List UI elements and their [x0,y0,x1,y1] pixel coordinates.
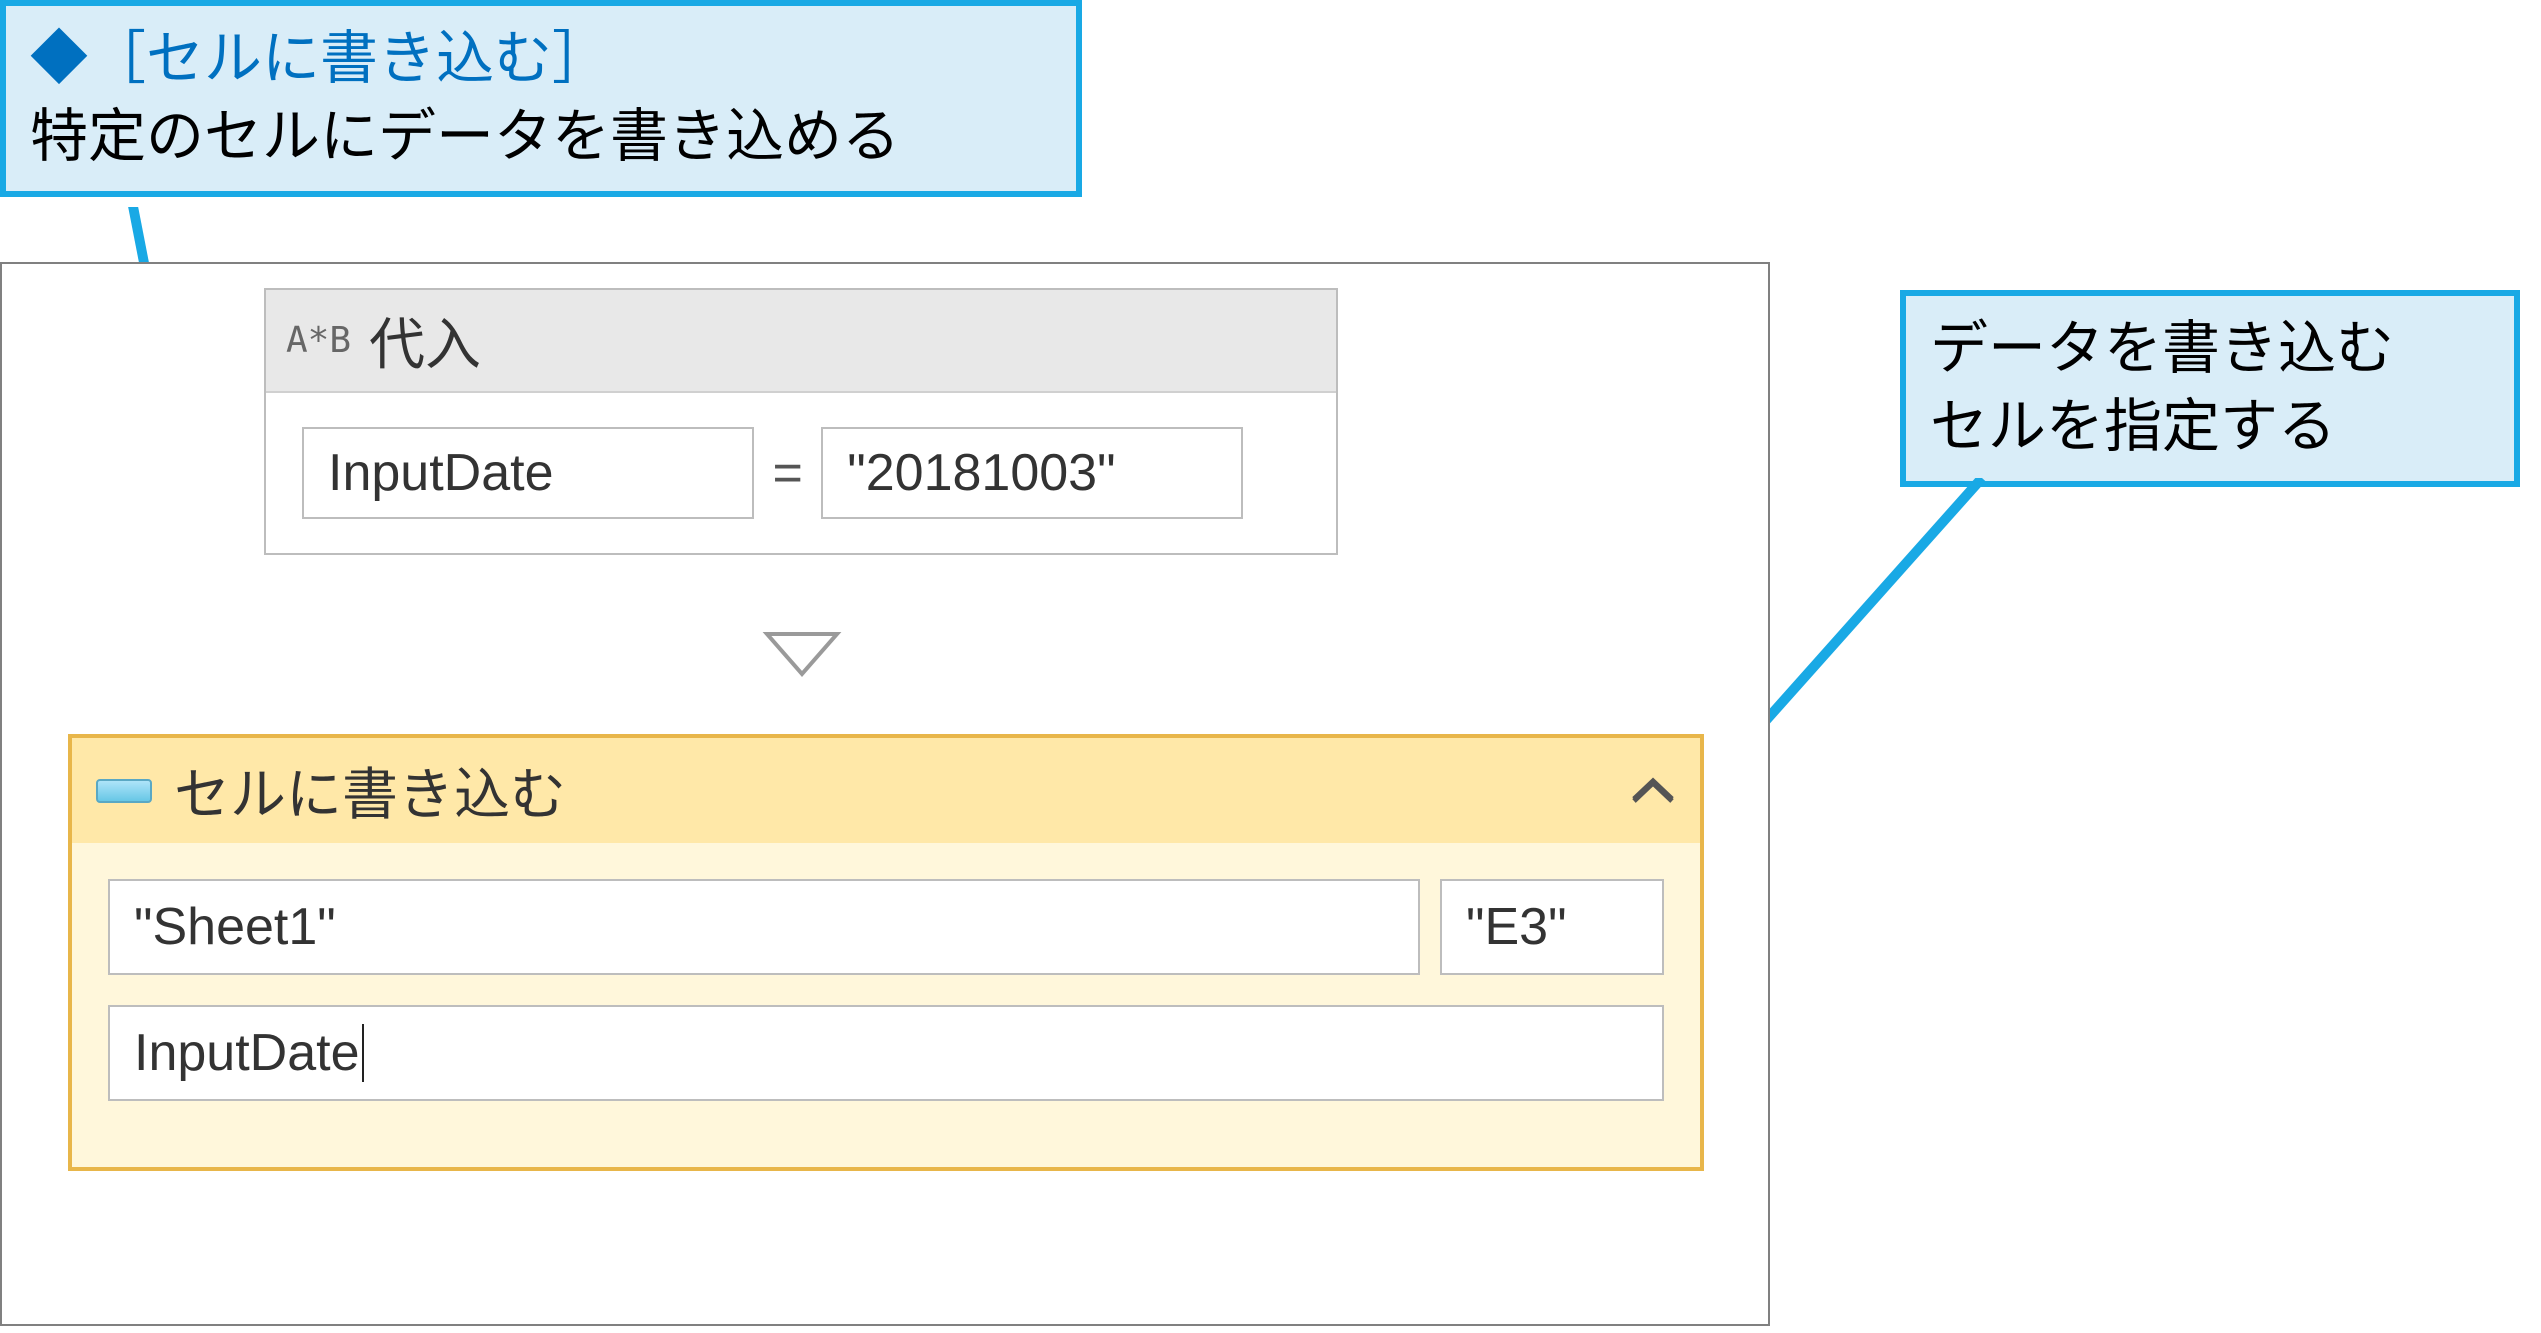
callout-specify-cell: データを書き込む セルを指定する [1900,290,2520,487]
workflow-panel: A*B 代入 InputDate = "20181003" セルに書き込む [0,262,1770,1326]
assign-equals: = [772,443,802,503]
callout-writecell-description: ◆［セルに書き込む］ 特定のセルにデータを書き込める [0,0,1082,197]
activity-write-cell[interactable]: セルに書き込む "Sheet1" "E3" InputDate [68,734,1704,1171]
activity-write-cell-header[interactable]: セルに書き込む [72,738,1700,843]
assign-value-field[interactable]: "20181003" [821,427,1243,519]
collapse-chevron-icon[interactable] [1630,766,1676,816]
write-cell-sheet-field[interactable]: "Sheet1" [108,879,1420,975]
callout-specify-cell-line2: セルを指定する [1930,394,2336,459]
activity-write-cell-body: "Sheet1" "E3" InputDate [72,843,1700,1167]
assign-to-field[interactable]: InputDate [302,427,754,519]
callout-specify-cell-line1: データを書き込む [1930,316,2394,381]
flow-arrow-icon [757,624,847,684]
activity-assign[interactable]: A*B 代入 InputDate = "20181003" [264,288,1338,555]
activity-assign-header[interactable]: A*B 代入 [266,290,1336,393]
callout-bracket-title: ［セルに書き込む］ [88,26,610,91]
write-cell-cell-field[interactable]: "E3" [1440,879,1664,975]
assign-icon: A*B [286,320,351,361]
activity-assign-body: InputDate = "20181003" [266,393,1336,553]
activity-assign-title: 代入 [369,300,481,381]
callout-writecell-body: 特定のセルにデータを書き込める [30,104,900,169]
write-cell-icon [96,779,152,803]
activity-write-cell-title: セルに書き込む [174,750,1630,831]
write-cell-value-field[interactable]: InputDate [108,1005,1664,1101]
callout-diamond: ◆ [30,26,88,91]
write-cell-value-text: InputDate [134,1024,364,1082]
